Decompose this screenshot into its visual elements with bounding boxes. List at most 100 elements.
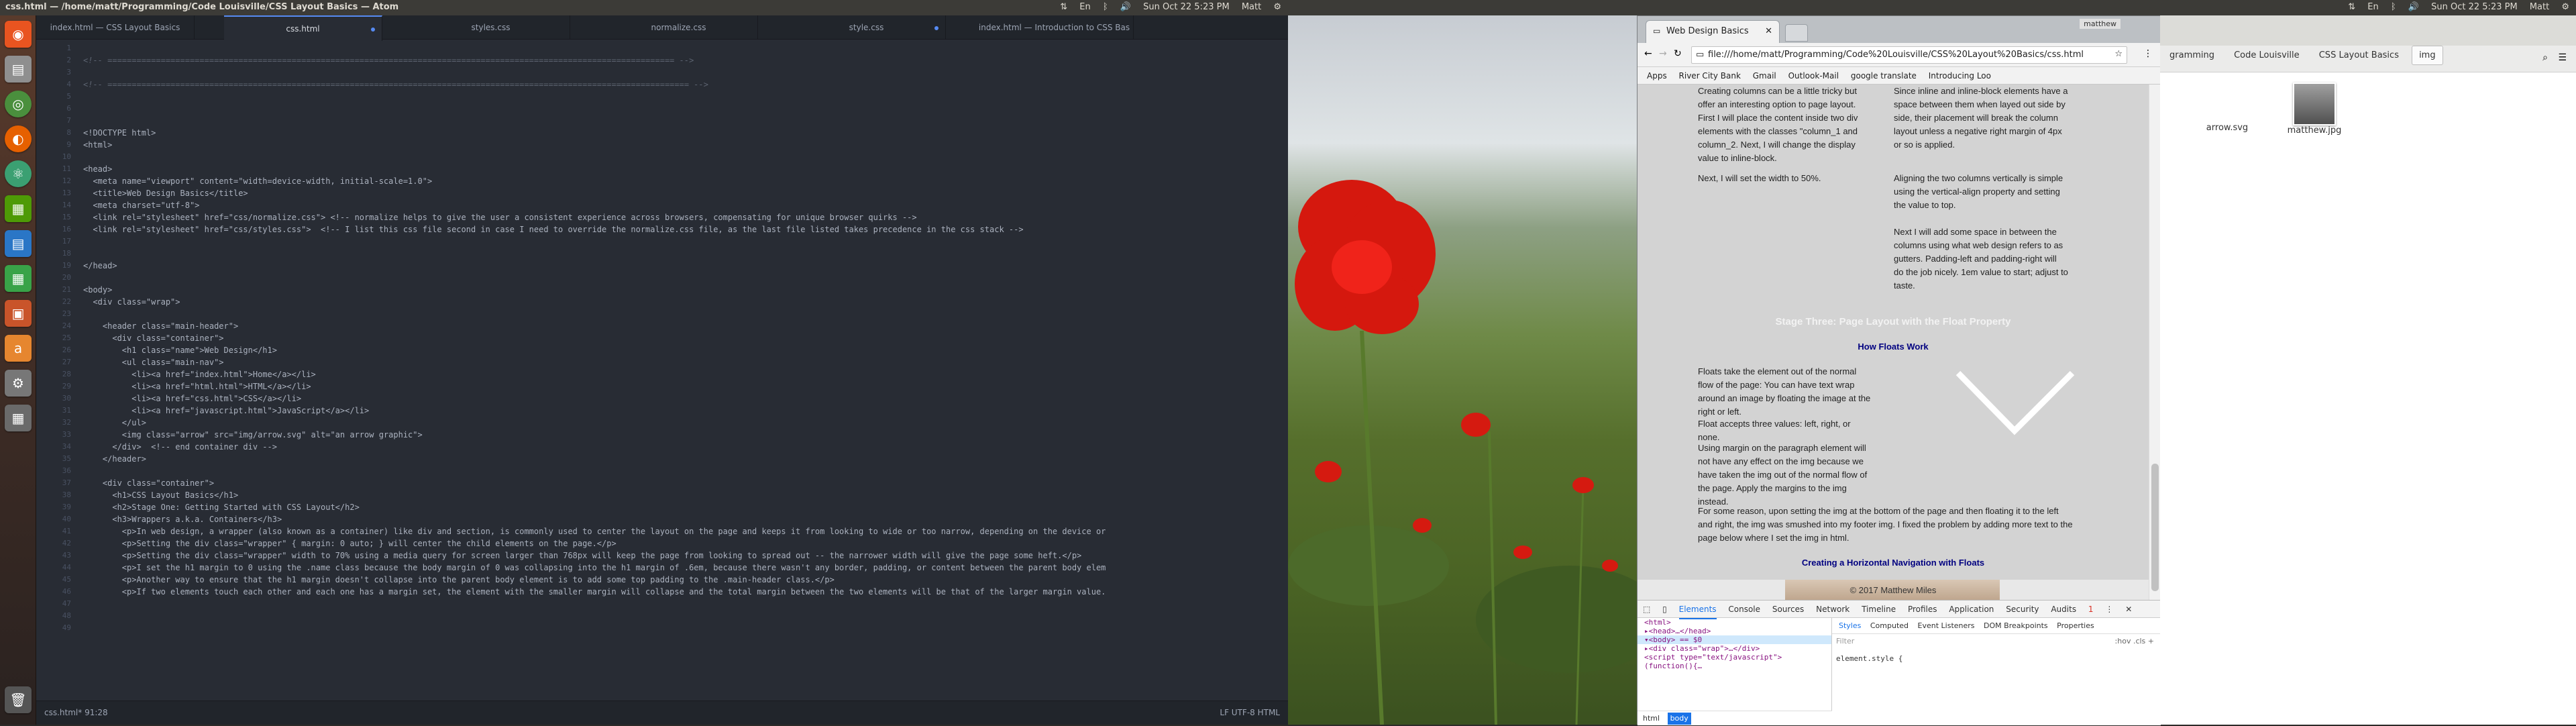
bluetooth-icon[interactable]: ᛒ (2391, 2, 2396, 12)
line-number[interactable]: 5 (66, 92, 71, 101)
libreoffice-writer-icon[interactable]: ▤ (5, 230, 32, 257)
devtools-close-icon[interactable]: ✕ (2125, 601, 2132, 618)
line-number[interactable]: 4 (66, 80, 71, 89)
line-number[interactable]: 12 (62, 176, 71, 185)
code-line[interactable]: <div class="container"> (83, 333, 223, 343)
view-options-icon[interactable]: ☰ (2558, 52, 2567, 63)
code-line[interactable]: <h2>Stage One: Getting Started with CSS … (83, 503, 359, 512)
computed-tab[interactable]: Computed (1870, 618, 1909, 634)
code-line[interactable]: <li><a href="html.html">HTML</a></li> (83, 382, 311, 391)
line-number[interactable]: 44 (62, 563, 71, 572)
line-number[interactable]: 10 (62, 152, 71, 161)
amazon-icon[interactable]: a (5, 335, 32, 362)
line-number[interactable]: 48 (62, 611, 71, 620)
properties-tab[interactable]: Properties (2057, 618, 2094, 634)
devtools-tab-profiles[interactable]: Profiles (1908, 601, 1937, 618)
code-line[interactable]: </head> (83, 261, 117, 270)
code-line[interactable]: <p>Setting the div class="wrapper" width… (83, 551, 1081, 560)
atom-icon[interactable]: ⚛ (5, 160, 32, 187)
code-line[interactable]: <head> (83, 164, 112, 174)
breadcrumb-html[interactable]: html (1643, 711, 1660, 726)
code-line[interactable]: <li><a href="javascript.html">JavaScript… (83, 406, 369, 415)
line-number[interactable]: 19 (62, 261, 71, 270)
code-line[interactable]: <h1>CSS Layout Basics</h1> (83, 490, 238, 500)
line-number[interactable]: 32 (62, 418, 71, 427)
line-number[interactable]: 42 (62, 539, 71, 548)
line-number[interactable]: 33 (62, 430, 71, 439)
status-file-position[interactable]: css.html* 91:28 (44, 708, 108, 717)
line-number[interactable]: 41 (62, 527, 71, 535)
device-mode-icon[interactable]: ▯ (1662, 601, 1667, 618)
error-count-badge[interactable]: 1 (2088, 601, 2094, 618)
line-number[interactable]: 8 (66, 128, 71, 137)
line-number[interactable]: 37 (62, 478, 71, 487)
settings-icon[interactable]: ⚙ (2561, 2, 2569, 12)
code-line[interactable]: <p>Setting the div class="wrapper" { mar… (83, 539, 616, 548)
line-number[interactable]: 26 (62, 346, 71, 354)
line-number[interactable]: 35 (62, 454, 71, 463)
breadcrumb-body[interactable]: body (1667, 713, 1691, 725)
keyboard-layout-icon[interactable]: En (1079, 2, 1090, 12)
url-text[interactable]: file:///home/matt/Programming/Code%20Lou… (1708, 50, 2084, 60)
dom-node-selected[interactable]: ▾<body> == $0 (1638, 635, 1831, 644)
tab-normalize-css[interactable]: normalize.css (600, 15, 758, 40)
line-number-gutter[interactable]: 1 2 3 4 5 6 7 8 9 10 11 12 13 14 15 16 17 18 19 20 21 22 23 24 2… (36, 40, 78, 701)
tab-index-html[interactable]: index.html — CSS Layout Basics (36, 15, 195, 40)
tab-css-html[interactable]: css.html (224, 15, 382, 41)
tab-styles-css[interactable]: styles.css (412, 15, 570, 40)
code-line[interactable]: <link rel="stylesheet" href="css/styles.… (83, 225, 1023, 234)
bookmark-gmail[interactable]: Gmail (1753, 67, 1776, 84)
devtools-tab-audits[interactable]: Audits (2051, 601, 2076, 618)
breadcrumb-code-louisville[interactable]: Code Louisville (2227, 46, 2306, 64)
bookmark-introducing[interactable]: Introducing Loo (1929, 67, 1991, 84)
line-number[interactable]: 27 (62, 358, 71, 366)
inspect-icon[interactable]: ⬚ (1643, 601, 1650, 618)
line-number[interactable]: 3 (66, 68, 71, 76)
bookmark-river-city-bank[interactable]: River City Bank (1679, 67, 1741, 84)
code-line[interactable]: <meta name="viewport" content="width=dev… (83, 176, 432, 186)
code-line[interactable]: </div> <!-- end container div --> (83, 442, 277, 452)
calculator-icon[interactable]: ▦ (5, 405, 32, 431)
network-icon[interactable]: ⇅ (1060, 2, 1067, 12)
code-line[interactable]: <div class="wrap"> (83, 297, 180, 307)
line-number[interactable]: 36 (62, 466, 71, 475)
clock[interactable]: Sun Oct 22 5:23 PM (1143, 2, 1230, 12)
code-editor[interactable]: <!-- ===================================… (83, 40, 1284, 701)
line-number[interactable]: 28 (62, 370, 71, 378)
profile-button[interactable]: matthew (2080, 19, 2121, 29)
code-line[interactable]: <meta charset="utf-8"> (83, 201, 199, 210)
line-number[interactable]: 2 (66, 56, 71, 64)
code-line[interactable]: <p>If two elements touch each other and … (83, 587, 1106, 597)
dom-node[interactable]: ▸<head>…</head> (1638, 627, 1831, 635)
code-line[interactable]: <img class="arrow" src="img/arrow.svg" a… (83, 430, 423, 439)
line-number[interactable]: 39 (62, 503, 71, 511)
line-number[interactable]: 40 (62, 515, 71, 523)
line-number[interactable]: 25 (62, 333, 71, 342)
code-line[interactable]: <title>Web Design Basics</title> (83, 189, 248, 198)
chrome-icon[interactable]: ◎ (5, 91, 32, 117)
volume-icon[interactable]: 🔊 (1120, 2, 1131, 12)
line-number[interactable]: 11 (62, 164, 71, 173)
line-number[interactable]: 20 (62, 273, 71, 282)
devtools-tab-application[interactable]: Application (1949, 601, 1994, 618)
chrome-menu-icon[interactable]: ⋮ (2143, 48, 2153, 59)
code-line[interactable]: </ul> (83, 418, 146, 427)
bookmark-star-icon[interactable]: ☆ (2114, 49, 2123, 59)
forward-arrow-icon[interactable]: → (1659, 48, 1667, 59)
code-line[interactable]: <body> (83, 285, 112, 295)
dom-node[interactable]: <html> (1638, 618, 1831, 627)
reload-icon[interactable]: ↻ (1674, 48, 1682, 59)
code-line[interactable]: <!-- ===================================… (83, 80, 708, 89)
network-icon[interactable]: ⇅ (2348, 2, 2355, 12)
breadcrumb-programming[interactable]: gramming (2163, 46, 2221, 64)
dom-tree[interactable]: <html> ▸<head>…</head> ▾<body> == $0 ▸<d… (1638, 618, 1832, 711)
line-number[interactable]: 22 (62, 297, 71, 306)
event-listeners-tab[interactable]: Event Listeners (1918, 618, 1975, 634)
bookmark-outlook[interactable]: Outlook-Mail (1788, 67, 1839, 84)
bookmark-apps[interactable]: Apps (1647, 67, 1667, 84)
devtools-tab-sources[interactable]: Sources (1772, 601, 1804, 618)
clock[interactable]: Sun Oct 22 5:23 PM (2431, 2, 2518, 12)
styles-filter-input[interactable]: Filter (1836, 637, 2037, 649)
keyboard-layout-icon[interactable]: En (2367, 2, 2378, 12)
devtools-tab-timeline[interactable]: Timeline (1862, 601, 1896, 618)
